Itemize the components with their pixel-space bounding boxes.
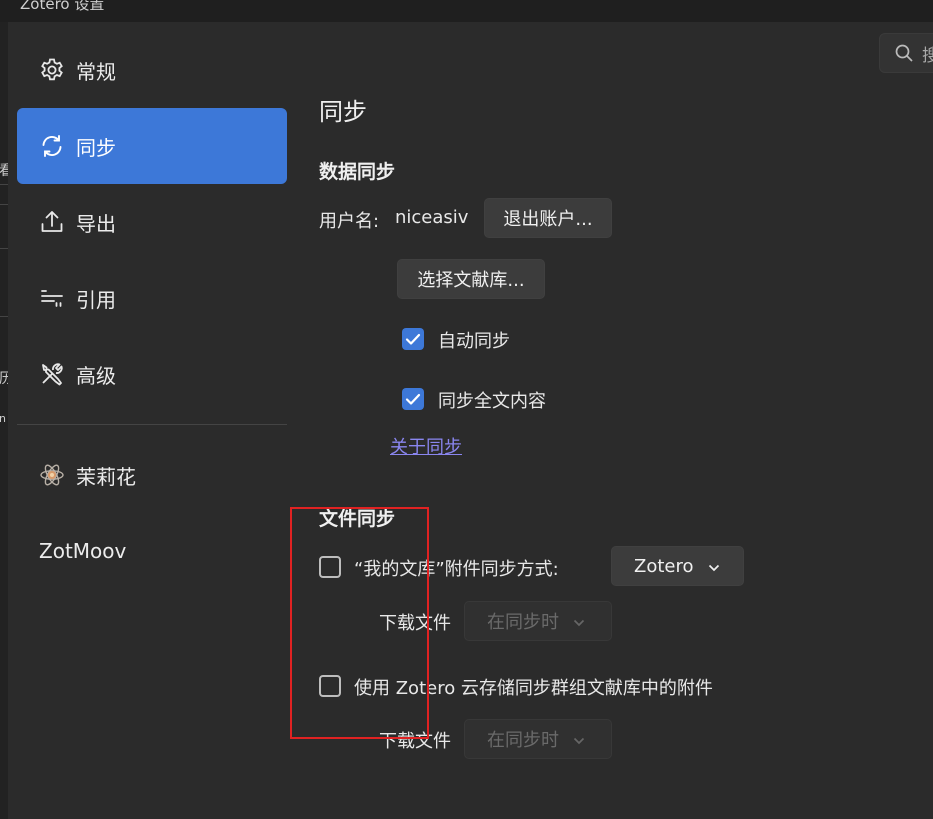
divider [0, 184, 8, 185]
username-value: niceasiv [395, 207, 469, 228]
window-title: Zotero 设置 [20, 0, 105, 13]
sync-method-select[interactable]: Zotero [611, 546, 744, 586]
data-sync-heading: 数据同步 [319, 161, 396, 183]
sidebar-item-label: ZotMoov [39, 539, 127, 563]
divider [0, 204, 8, 205]
choose-library-button[interactable]: 选择文献库... [397, 259, 545, 299]
file-sync-heading: 文件同步 [319, 508, 396, 530]
chevron-down-icon [708, 556, 720, 577]
download-files-value-1: 在同步时 [487, 612, 559, 633]
sync-method-value: Zotero [634, 555, 694, 577]
sidebar-item-label: 常规 [76, 59, 116, 84]
background-fragment: n [0, 412, 6, 425]
divider [0, 248, 8, 249]
sidebar-item-label: 同步 [76, 135, 116, 160]
fulltext-sync-checkbox[interactable] [402, 388, 424, 410]
sidebar-item-label: 引用 [76, 287, 116, 312]
sidebar-item-label: 茉莉花 [76, 464, 136, 489]
my-library-sync-checkbox[interactable] [319, 556, 341, 578]
sidebar-item-label: 高级 [76, 363, 116, 388]
check-icon [405, 333, 421, 345]
check-icon [405, 393, 421, 405]
title-bar: Zotero 设置 [0, 0, 933, 22]
my-library-sync-label: “我的文库”附件同步方式: [354, 559, 559, 580]
page-title: 同步 [319, 98, 367, 126]
auto-sync-label: 自动同步 [438, 331, 510, 352]
download-files-label-1: 下载文件 [379, 613, 451, 634]
sidebar-item-label: 导出 [76, 211, 116, 236]
settings-content: 搜 同步 数据同步 用户名: niceasiv 退出账户... 选择文献库...… [296, 22, 933, 819]
sidebar-item-general[interactable]: 常规 [17, 32, 287, 108]
download-files-select-2[interactable]: 在同步时 [464, 719, 612, 759]
sidebar-item-export[interactable]: 导出 [17, 184, 287, 260]
group-libraries-sync-checkbox[interactable] [319, 675, 341, 697]
divider [0, 316, 8, 317]
sidebar-item-advanced[interactable]: 高级 [17, 336, 287, 412]
auto-sync-checkbox[interactable] [402, 328, 424, 350]
settings-sidebar: 常规 同步 导出 引用 高级 茉莉花 ZotMoov [8, 22, 296, 819]
export-icon [39, 209, 65, 235]
sidebar-item-cite[interactable]: 引用 [17, 260, 287, 336]
group-libraries-sync-label: 使用 Zotero 云存储同步群组文献库中的附件 [354, 678, 713, 699]
sidebar-item-sync[interactable]: 同步 [17, 108, 287, 184]
fulltext-sync-label: 同步全文内容 [438, 391, 546, 412]
download-files-value-2: 在同步时 [487, 730, 559, 751]
gear-icon [39, 57, 65, 83]
search-placeholder: 搜 [922, 46, 933, 66]
logout-button[interactable]: 退出账户... [484, 198, 612, 238]
background-window-strip: 看 历 n [0, 22, 13, 819]
tools-icon [39, 361, 65, 387]
sync-icon [39, 133, 65, 159]
about-sync-link[interactable]: 关于同步 [390, 433, 462, 459]
jasmine-icon [39, 462, 65, 488]
search-field[interactable]: 搜 [879, 33, 933, 73]
chevron-down-icon [573, 729, 585, 750]
search-icon [894, 43, 914, 67]
username-label: 用户名: [319, 211, 380, 232]
chevron-down-icon [573, 611, 585, 632]
sidebar-divider [17, 424, 287, 425]
download-files-select-1[interactable]: 在同步时 [464, 601, 612, 641]
cite-icon [39, 285, 65, 311]
sidebar-item-jasmine[interactable]: 茉莉花 [17, 437, 287, 513]
sidebar-item-zotmoov[interactable]: ZotMoov [17, 513, 287, 589]
download-files-label-2: 下载文件 [379, 731, 451, 752]
